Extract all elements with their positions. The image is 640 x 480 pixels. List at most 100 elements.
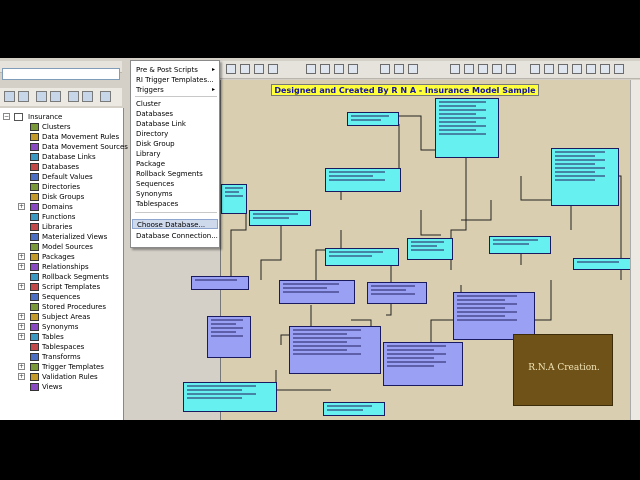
filter-icon[interactable] (50, 91, 61, 102)
menu-item[interactable]: Databases (132, 109, 218, 119)
tree-item[interactable]: Materialized Views (0, 232, 124, 242)
tree-item[interactable]: + Synonyms (0, 322, 124, 332)
hierarchical-layout-icon[interactable] (464, 64, 474, 74)
tree-item[interactable]: + Trigger Templates (0, 362, 124, 372)
entity-box[interactable] (279, 280, 355, 304)
entity-box[interactable] (221, 184, 247, 214)
entity-box[interactable] (207, 316, 251, 358)
note-tool-icon[interactable] (348, 64, 358, 74)
tree-item[interactable]: + Packages (0, 252, 124, 262)
tree-item[interactable]: Directories (0, 182, 124, 192)
menu-item[interactable]: Choose Database... (132, 219, 218, 229)
list-view-icon[interactable] (82, 91, 93, 102)
back-icon[interactable] (4, 91, 15, 102)
entity-tool-icon[interactable] (306, 64, 316, 74)
entity-box[interactable] (325, 248, 399, 266)
entity-box[interactable] (453, 292, 535, 340)
menu-item[interactable]: Database Connection... (132, 231, 218, 241)
expand-icon[interactable]: + (18, 363, 25, 370)
overview-icon[interactable] (614, 64, 624, 74)
validate-icon[interactable] (506, 64, 516, 74)
expand-icon[interactable]: + (18, 323, 25, 330)
entity-box[interactable] (383, 342, 463, 386)
view-tool-icon[interactable] (320, 64, 330, 74)
menu-item[interactable]: Cluster (132, 99, 218, 109)
expand-icon[interactable]: + (18, 283, 25, 290)
expand-icon[interactable]: + (18, 333, 25, 340)
menu-item[interactable]: Synonyms (132, 189, 218, 199)
tree-item[interactable]: Databases (0, 162, 124, 172)
select-tool-icon[interactable] (226, 64, 236, 74)
zoom-in-icon[interactable] (254, 64, 264, 74)
entity-box[interactable] (325, 168, 401, 192)
entity-box[interactable] (435, 98, 499, 158)
entity-box[interactable] (183, 382, 277, 412)
tree-item[interactable]: Sequences (0, 292, 124, 302)
diagram-canvas[interactable]: Designed and Created By R N A - Insuranc… (183, 80, 631, 420)
entity-box[interactable] (407, 238, 453, 260)
menu-item[interactable]: Triggers ▸ (132, 85, 218, 95)
tree-item[interactable]: Stored Procedures (0, 302, 124, 312)
orthogonal-layout-icon[interactable] (492, 64, 502, 74)
entity-box[interactable] (551, 148, 619, 206)
tree-item[interactable]: Libraries (0, 222, 124, 232)
menu-item[interactable]: Directory (132, 129, 218, 139)
layout-icon[interactable] (450, 64, 460, 74)
menu-item[interactable]: RI Trigger Templates... (132, 75, 218, 85)
tree-item[interactable]: − Insurance (0, 112, 124, 122)
fit-height-icon[interactable] (558, 64, 568, 74)
model-selector-combo[interactable] (2, 68, 120, 80)
menu-item[interactable]: Disk Group (132, 139, 218, 149)
expand-icon[interactable]: + (18, 203, 25, 210)
tree-view-icon[interactable] (68, 91, 79, 102)
menu-item[interactable]: Sequences (132, 179, 218, 189)
align-left-icon[interactable] (380, 64, 390, 74)
entity-box[interactable] (289, 326, 381, 374)
entity-box[interactable] (347, 112, 399, 126)
align-right-icon[interactable] (394, 64, 404, 74)
tree-item[interactable]: + Relationships (0, 262, 124, 272)
fit-page-icon[interactable] (530, 64, 540, 74)
tree-item[interactable]: Default Values (0, 172, 124, 182)
tree-item[interactable]: Transforms (0, 352, 124, 362)
entity-box[interactable] (323, 402, 385, 416)
expand-icon[interactable]: + (18, 253, 25, 260)
tree-item[interactable]: Clusters (0, 122, 124, 132)
find-icon[interactable] (36, 91, 47, 102)
forward-icon[interactable] (18, 91, 29, 102)
zoom-out-icon[interactable] (268, 64, 278, 74)
entity-box[interactable] (489, 236, 551, 254)
fit-width-icon[interactable] (544, 64, 554, 74)
zoom-100-icon[interactable] (572, 64, 582, 74)
tree-item[interactable]: + Subject Areas (0, 312, 124, 322)
zoom-window-icon[interactable] (600, 64, 610, 74)
circular-layout-icon[interactable] (478, 64, 488, 74)
tree-item[interactable]: Functions (0, 212, 124, 222)
tree-item[interactable]: Rollback Segments (0, 272, 124, 282)
tree-item[interactable]: + Tables (0, 332, 124, 342)
menu-item[interactable]: Rollback Segments (132, 169, 218, 179)
expand-icon[interactable]: + (18, 313, 25, 320)
expand-icon[interactable]: + (18, 263, 25, 270)
collapse-icon[interactable]: − (3, 113, 10, 120)
menu-item[interactable]: Package (132, 159, 218, 169)
expand-icon[interactable]: + (18, 373, 25, 380)
entity-box[interactable] (249, 210, 311, 226)
tree-item[interactable]: + Script Templates (0, 282, 124, 292)
tree-item[interactable]: Views (0, 382, 124, 392)
menu-item[interactable]: Database Link (132, 119, 218, 129)
relationship-tool-icon[interactable] (334, 64, 344, 74)
menu-item[interactable]: Library (132, 149, 218, 159)
menu-item[interactable]: Tablespaces (132, 199, 218, 209)
tree-item[interactable]: Model Sources (0, 242, 124, 252)
pan-tool-icon[interactable] (240, 64, 250, 74)
tree-item[interactable]: Data Movement Rules (0, 132, 124, 142)
tree-item[interactable]: + Domains (0, 202, 124, 212)
entity-box[interactable] (573, 258, 631, 270)
entity-box[interactable] (191, 276, 249, 290)
properties-icon[interactable] (100, 91, 111, 102)
tree-item[interactable]: + Validation Rules (0, 372, 124, 382)
tree-item[interactable]: Database Links (0, 152, 124, 162)
align-top-icon[interactable] (408, 64, 418, 74)
tree-item[interactable]: Tablespaces (0, 342, 124, 352)
